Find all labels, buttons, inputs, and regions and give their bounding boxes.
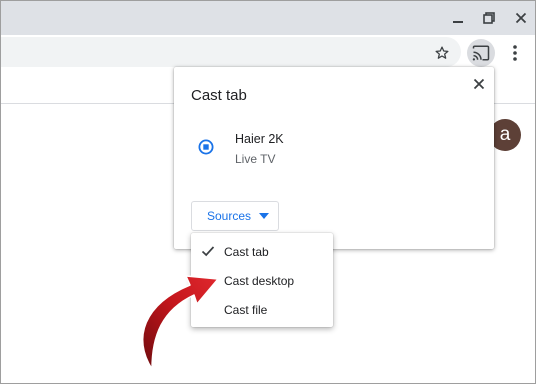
cast-sink-item[interactable]: Haier 2K Live TV: [174, 123, 494, 169]
restore-icon[interactable]: [476, 5, 502, 31]
dialog-title: Cast tab: [191, 87, 247, 104]
sink-name: Haier 2K: [235, 132, 284, 146]
close-window-icon[interactable]: [508, 5, 534, 31]
cast-dialog: Cast tab Haier 2K Live TV Sources: [174, 67, 494, 249]
menu-item-label: Cast tab: [224, 245, 269, 259]
sink-status: Live TV: [235, 152, 276, 166]
more-vertical-icon[interactable]: [501, 39, 529, 67]
title-bar: [1, 1, 535, 35]
stop-casting-icon: [198, 139, 214, 155]
star-icon[interactable]: [428, 39, 456, 67]
minimize-icon[interactable]: [445, 5, 471, 31]
close-icon[interactable]: [470, 75, 488, 93]
address-bar[interactable]: [1, 37, 461, 67]
browser-toolbar: [1, 35, 535, 71]
cast-icon[interactable]: [467, 39, 495, 67]
avatar-letter: a: [499, 124, 511, 145]
menu-item-label: Cast desktop: [224, 274, 295, 288]
menu-item-label: Cast file: [224, 303, 268, 317]
caret-down-icon: [259, 213, 269, 219]
sources-label: Sources: [207, 209, 252, 223]
sources-button[interactable]: Sources: [191, 201, 279, 231]
annotation-arrow-icon: [141, 275, 219, 370]
check-icon: [201, 244, 215, 258]
menu-item-cast-tab[interactable]: Cast tab: [191, 237, 333, 266]
